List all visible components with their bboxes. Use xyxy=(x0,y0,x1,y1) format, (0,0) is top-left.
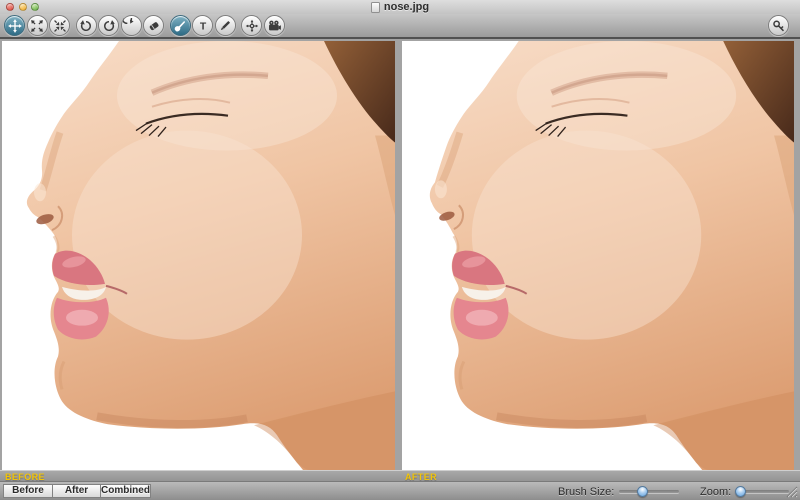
contract-arrows-icon xyxy=(52,18,68,34)
movie-camera-icon xyxy=(266,18,282,34)
brush-size-slider[interactable] xyxy=(619,490,679,493)
redo-button[interactable] xyxy=(98,15,119,36)
editor-content xyxy=(0,37,800,470)
expand-arrows-icon xyxy=(29,18,45,34)
undo-button[interactable] xyxy=(76,15,97,36)
expand-tool[interactable] xyxy=(27,15,48,36)
animation-tool[interactable] xyxy=(264,15,285,36)
key-icon xyxy=(771,18,787,34)
brush-icon xyxy=(172,18,188,34)
undo-arrow-icon xyxy=(78,18,94,34)
view-combined-button[interactable]: Combined xyxy=(100,484,151,498)
brush-size-slider-thumb[interactable] xyxy=(637,486,648,497)
reposition-tool[interactable] xyxy=(241,15,262,36)
window-title: nose.jpg xyxy=(384,1,429,13)
contract-tool[interactable] xyxy=(49,15,70,36)
after-photo xyxy=(402,41,794,470)
pencil-tool[interactable] xyxy=(215,15,236,36)
view-after-button[interactable]: After xyxy=(52,484,101,498)
text-icon: T xyxy=(195,18,211,34)
rotate-arrow-icon xyxy=(123,18,139,34)
eraser-tool[interactable] xyxy=(143,15,164,36)
status-strip: BEFORE AFTER xyxy=(0,470,800,481)
document-icon xyxy=(371,2,380,13)
toolbar-group-draw: T xyxy=(170,15,236,36)
toolbar: T xyxy=(0,14,800,37)
resize-grip[interactable] xyxy=(785,485,798,498)
brush-size-control: Brush Size: xyxy=(558,482,679,500)
move-target-icon xyxy=(244,18,260,34)
svg-text:T: T xyxy=(199,21,206,32)
text-tool[interactable]: T xyxy=(192,15,213,36)
after-image-canvas[interactable] xyxy=(402,41,794,470)
before-photo xyxy=(2,41,395,470)
pencil-icon xyxy=(217,18,233,34)
redo-arrow-icon xyxy=(101,18,117,34)
zoom-control: Zoom: xyxy=(700,482,789,500)
move-tool[interactable] xyxy=(4,15,25,36)
zoom-slider[interactable] xyxy=(736,490,789,493)
rotate-button[interactable] xyxy=(121,15,142,36)
toolbar-group-navigation xyxy=(4,15,70,36)
eraser-icon xyxy=(146,18,162,34)
zoom-slider-thumb[interactable] xyxy=(735,486,746,497)
toolbar-group-extra xyxy=(241,15,285,36)
brush-tool[interactable] xyxy=(170,15,191,36)
title-bar: nose.jpg xyxy=(0,0,800,14)
before-image-canvas[interactable] xyxy=(2,41,395,470)
key-button[interactable] xyxy=(768,15,789,36)
bottom-bar: Before After Combined Brush Size: Zoom: xyxy=(0,481,800,500)
app-window: nose.jpg xyxy=(0,0,800,500)
zoom-label: Zoom: xyxy=(700,486,731,498)
view-before-button[interactable]: Before xyxy=(3,484,53,498)
move-icon xyxy=(7,18,23,34)
view-mode-segmented-control: Before After Combined xyxy=(3,484,151,498)
brush-size-label: Brush Size: xyxy=(558,486,614,498)
toolbar-group-history xyxy=(76,15,165,36)
